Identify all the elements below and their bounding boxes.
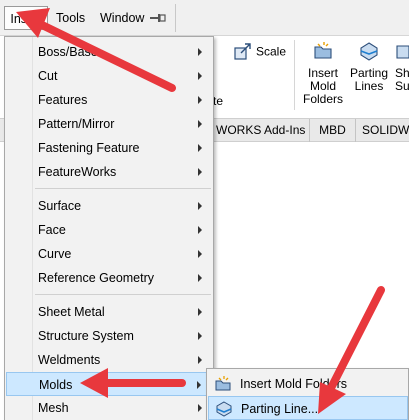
menu-item-label: Curve: [38, 247, 72, 261]
partial-label-2: Su: [395, 79, 409, 93]
menu-item-boss-base[interactable]: Boss/Base: [6, 40, 212, 64]
mold-folders-label-1: Insert: [307, 66, 338, 80]
menu-item-label: Pattern/Mirror: [38, 117, 115, 131]
menu-item-cut[interactable]: Cut: [6, 64, 212, 88]
tab-solidworks-add-ins[interactable]: WORKS Add-Ins: [210, 119, 310, 142]
submenu-arrow-icon: [198, 48, 202, 56]
menu-item-sheet-metal[interactable]: Sheet Metal: [6, 300, 212, 324]
submenu-arrow-icon: [198, 96, 202, 104]
menu-item-surface[interactable]: Surface: [6, 194, 212, 218]
menu-item-reference-geometry[interactable]: Reference Geometry: [6, 266, 212, 290]
mold-folders-label-3: Folders: [302, 92, 343, 106]
menu-item-label: Mesh: [38, 401, 69, 415]
submenu-arrow-icon: [198, 250, 202, 258]
parting-lines-button[interactable]: Parting Lines: [348, 40, 390, 93]
molds-submenu: Insert Mold Folders Parting Line...: [206, 368, 409, 420]
partial-ribbon-button[interactable]: Sh Su: [395, 40, 409, 93]
menu-item-features[interactable]: Features: [6, 88, 212, 112]
menu-item-weldments[interactable]: Weldments: [6, 348, 212, 372]
menu-item-label: FeatureWorks: [38, 165, 117, 179]
partial-label-1: Sh: [395, 66, 409, 80]
pin-icon[interactable]: [147, 10, 167, 26]
menubar-separator: [175, 4, 176, 32]
parting-line-icon: [348, 40, 390, 65]
submenu-arrow-icon: [198, 120, 202, 128]
menu-item-mesh[interactable]: Mesh: [6, 396, 212, 420]
menu-item-label: Sheet Metal: [38, 305, 105, 319]
submenu-arrow-icon: [198, 274, 202, 282]
mold-folder-icon: [298, 40, 348, 65]
menu-separator: [35, 294, 211, 295]
menu-item-curve[interactable]: Curve: [6, 242, 212, 266]
menu-item-molds[interactable]: Molds: [6, 372, 212, 396]
scale-icon: [234, 42, 252, 63]
menu-item-face[interactable]: Face: [6, 218, 212, 242]
parting-line-icon: [215, 400, 233, 420]
menu-item-featureworks[interactable]: FeatureWorks: [6, 160, 212, 184]
submenu-arrow-icon: [198, 144, 202, 152]
submenu-item-parting-line[interactable]: Parting Line...: [208, 396, 408, 420]
menu-insert[interactable]: Insert: [4, 6, 48, 30]
submenu-arrow-icon: [198, 168, 202, 176]
ribbon-partial-text: te: [213, 94, 224, 108]
submenu-arrow-icon: [198, 202, 202, 210]
insert-menu-dropdown: Boss/Base Cut Features Pattern/Mirror Fa…: [4, 36, 214, 420]
tab-solidworks[interactable]: SOLIDW: [356, 119, 409, 142]
menu-tools[interactable]: Tools: [52, 6, 89, 30]
submenu-arrow-icon: [198, 332, 202, 340]
menu-separator: [35, 188, 211, 189]
submenu-item-insert-mold-folders[interactable]: Insert Mold Folders: [208, 372, 408, 396]
menu-window[interactable]: Window: [96, 6, 148, 30]
submenu-arrow-icon: [198, 226, 202, 234]
menu-item-label: Weldments: [38, 353, 101, 367]
submenu-arrow-icon: [197, 381, 201, 389]
submenu-item-label: Parting Line...: [241, 402, 319, 416]
submenu-item-label: Insert Mold Folders: [240, 377, 347, 391]
menu-bar: Insert Tools Window: [0, 0, 409, 36]
menu-item-structure-system[interactable]: Structure System: [6, 324, 212, 348]
menu-item-label: Surface: [38, 199, 82, 213]
submenu-arrow-icon: [198, 72, 202, 80]
menu-item-label: Molds: [39, 378, 73, 392]
menu-item-label: Structure System: [38, 329, 134, 343]
scale-label: Scale: [256, 44, 287, 59]
scale-button[interactable]: Scale: [234, 42, 294, 63]
submenu-arrow-icon: [198, 404, 202, 412]
parting-lines-label-2: Lines: [354, 79, 384, 93]
shutoff-surface-icon: [395, 40, 409, 65]
menu-item-label: Reference Geometry: [38, 271, 155, 285]
menu-item-label: Face: [38, 223, 66, 237]
insert-mold-folders-button[interactable]: Insert Mold Folders: [298, 40, 348, 106]
submenu-arrow-icon: [198, 356, 202, 364]
parting-lines-label-1: Parting: [349, 66, 389, 80]
ribbon-separator: [294, 40, 295, 110]
menu-item-label: Features: [38, 93, 88, 107]
menu-item-fastening-feature[interactable]: Fastening Feature: [6, 136, 212, 160]
menu-item-pattern-mirror[interactable]: Pattern/Mirror: [6, 112, 212, 136]
menu-item-label: Cut: [38, 69, 58, 83]
tab-mbd[interactable]: MBD: [310, 119, 356, 142]
menu-item-label: Boss/Base: [38, 45, 98, 59]
submenu-arrow-icon: [198, 308, 202, 316]
menu-item-label: Fastening Feature: [38, 141, 140, 155]
mold-folders-label-2: Mold: [309, 79, 336, 93]
